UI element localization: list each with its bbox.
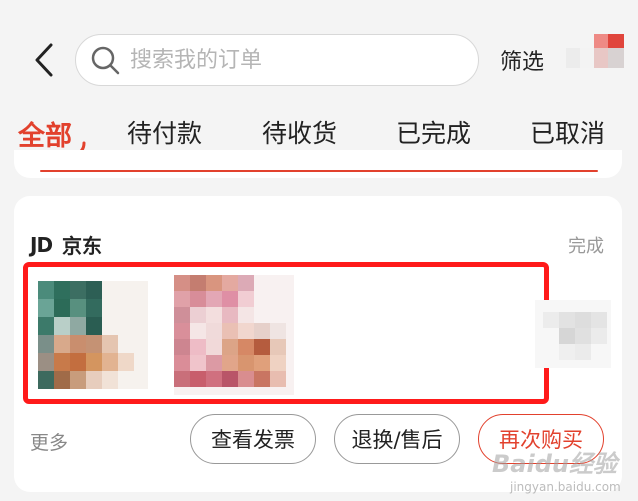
store-name: 京东 [62,234,103,258]
tab-completed[interactable]: 已完成 [396,114,471,150]
previous-order-card [14,150,622,178]
order-status: 完成 [568,236,604,257]
avatar[interactable] [566,34,624,68]
accent-divider [40,170,598,172]
chevron-left-icon [35,43,53,77]
watermark-main: Baidu经验 [492,450,617,478]
order-goods-area[interactable] [23,262,549,404]
product-thumbnail[interactable] [38,281,148,389]
tab-pending-delivery[interactable]: 待收货 [262,114,337,150]
watermark-sub: jingyan.baidu.com [510,480,621,494]
search-icon [88,43,122,77]
tab-cancelled[interactable]: 已取消 [530,114,605,150]
header-bar: 筛选 [0,0,638,100]
view-invoice-button[interactable]: 查看发票 [190,414,316,464]
filter-button[interactable]: 筛选 [500,44,544,76]
search-box[interactable] [75,34,479,86]
product-thumbnail[interactable] [174,275,294,395]
tab-all[interactable]: 全部 [18,114,72,153]
jd-logo-icon: JD [30,232,53,257]
back-button[interactable] [26,36,62,84]
watermark: Baidu经验 jingyan.baidu.com [482,444,632,499]
store-row[interactable]: JD 京东 [30,230,102,259]
more-link[interactable]: 更多 [30,428,68,455]
goods-count-blur [535,300,611,368]
tab-pending-payment[interactable]: 待付款 [127,114,202,150]
search-input[interactable] [130,47,430,73]
return-aftersales-button[interactable]: 退换/售后 [334,414,460,464]
